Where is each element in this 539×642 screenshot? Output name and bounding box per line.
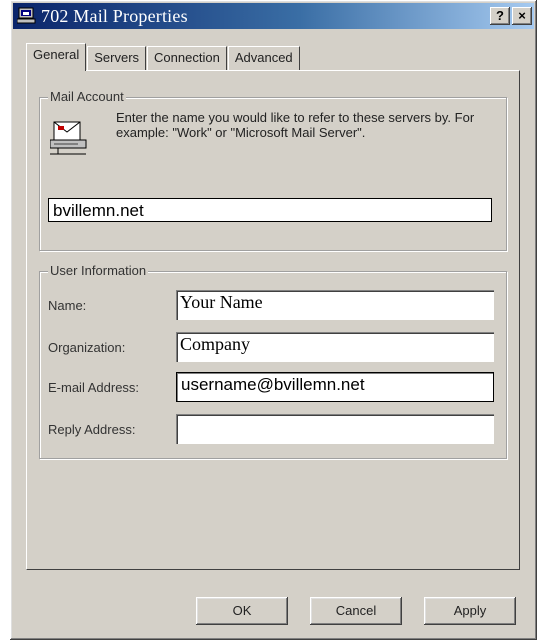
name-input[interactable]: Your Name <box>176 290 494 320</box>
help-button[interactable]: ? <box>490 7 510 25</box>
tab-general[interactable]: General <box>26 43 87 71</box>
tab-connection[interactable]: Connection <box>147 46 227 70</box>
mail-account-legend: Mail Account <box>48 89 126 104</box>
mail-server-icon <box>49 120 90 156</box>
mail-account-group: Mail Account Enter the name you would li… <box>39 89 507 251</box>
reply-address-input[interactable] <box>176 414 494 444</box>
tab-advanced[interactable]: Advanced <box>227 46 300 70</box>
cancel-button[interactable]: Cancel <box>310 597 402 625</box>
email-address-input[interactable]: username@bvillemn.net <box>176 372 494 402</box>
tab-servers[interactable]: Servers <box>87 46 147 70</box>
mail-properties-dialog: 702 Mail Properties ? × General Servers … <box>10 0 537 640</box>
user-information-legend: User Information <box>48 263 149 278</box>
apply-button[interactable]: Apply <box>424 597 516 625</box>
name-label: Name: <box>48 298 87 313</box>
ok-button[interactable]: OK <box>196 597 288 625</box>
close-button[interactable]: × <box>512 7 532 25</box>
account-name-input[interactable]: bvillemn.net <box>48 198 492 222</box>
organization-input[interactable]: Company <box>176 332 494 362</box>
window-title: 702 Mail Properties <box>41 5 188 26</box>
reply-address-label: Reply Address: <box>48 422 136 437</box>
mail-computer-icon <box>16 7 37 25</box>
general-tab-panel: Mail Account Enter the name you would li… <box>26 70 520 570</box>
mail-account-instructions: Enter the name you would like to refer t… <box>116 110 475 140</box>
user-information-group: User Information Name: Your Name Organiz… <box>39 263 507 459</box>
organization-label: Organization: <box>48 340 126 355</box>
tab-strip: General Servers Connection Advanced <box>26 43 301 71</box>
title-bar[interactable]: 702 Mail Properties ? × <box>13 3 534 29</box>
email-address-label: E-mail Address: <box>48 380 140 395</box>
